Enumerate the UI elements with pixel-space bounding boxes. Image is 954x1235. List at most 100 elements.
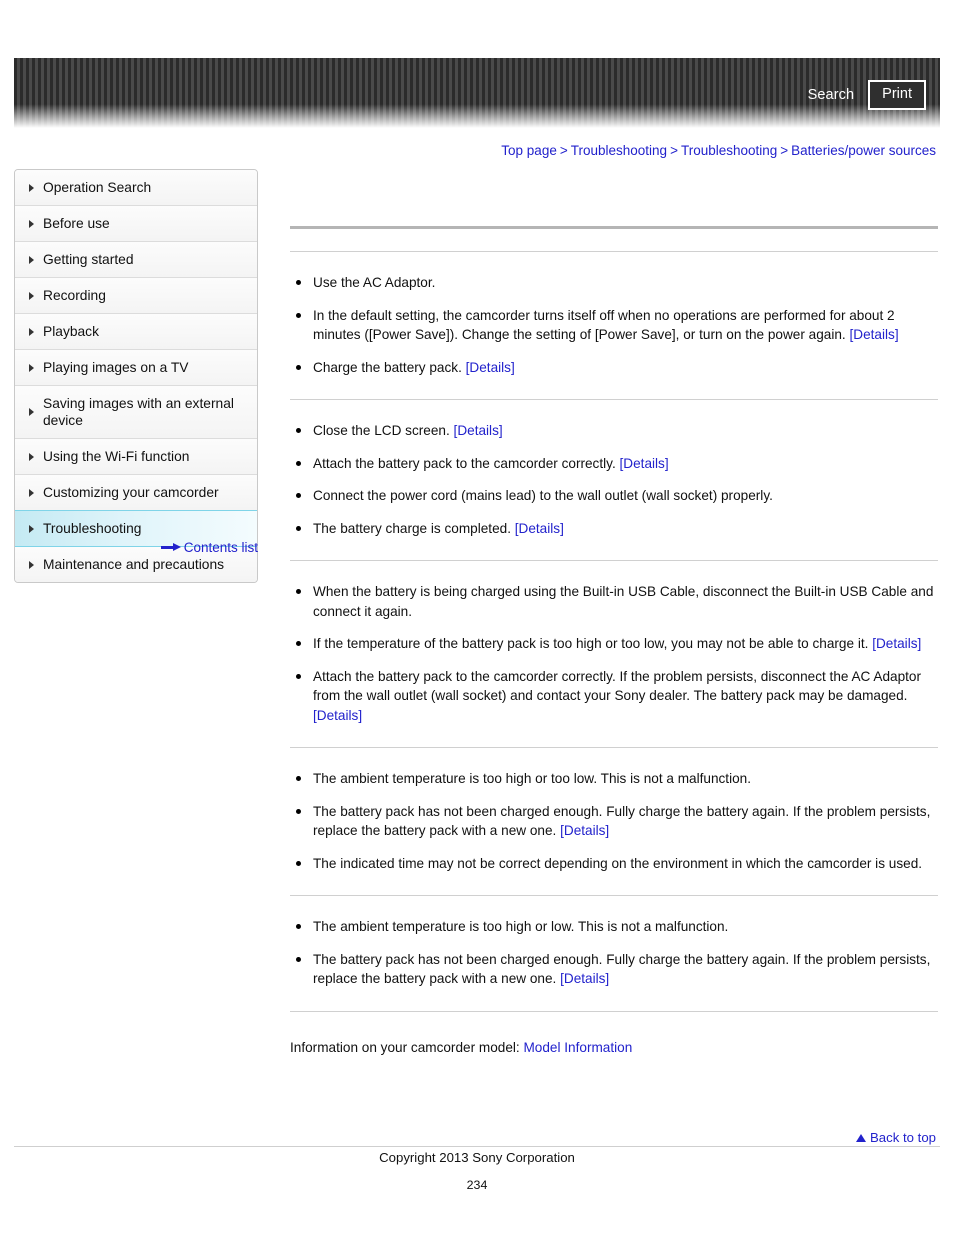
- sidebar-item-label: Saving images with an external device: [43, 396, 234, 428]
- back-to-top-label[interactable]: Back to top: [870, 1130, 936, 1145]
- breadcrumb-item-troubleshooting-2[interactable]: Troubleshooting: [681, 143, 777, 158]
- arrow-right-icon: [160, 542, 181, 552]
- breadcrumb-item-top-page[interactable]: Top page: [501, 143, 557, 158]
- breadcrumb-item-troubleshooting-1[interactable]: Troubleshooting: [571, 143, 667, 158]
- details-link[interactable]: [Details]: [560, 971, 609, 986]
- sidebar-item-label: Customizing your camcorder: [43, 485, 219, 500]
- model-information-link[interactable]: Model Information: [523, 1040, 632, 1055]
- page-title: [290, 196, 938, 226]
- list-item: In the default setting, the camcorder tu…: [290, 306, 938, 345]
- troubleshooting-section: The ambient temperature is too high or t…: [290, 748, 938, 895]
- chevron-right-icon: [29, 488, 34, 497]
- sidebar-item-label: Recording: [43, 288, 106, 303]
- chevron-right-icon: [29, 327, 34, 336]
- details-link[interactable]: [Details]: [620, 456, 669, 471]
- sidebar-item-playback[interactable]: Playback: [15, 314, 257, 350]
- sidebar-item-getting-started[interactable]: Getting started: [15, 242, 257, 278]
- list-item-text: The indicated time may not be correct de…: [313, 855, 923, 871]
- details-link[interactable]: [Details]: [515, 521, 564, 536]
- list-item-text: The ambient temperature is too high or t…: [313, 771, 751, 786]
- list-item: The battery pack has not been charged en…: [290, 950, 938, 989]
- breadcrumb-separator: >: [559, 143, 568, 158]
- troubleshooting-section: The ambient temperature is too high or l…: [290, 896, 938, 1011]
- sidebar-item-using-the-wifi-function[interactable]: Using the Wi-Fi function: [15, 439, 257, 475]
- list-item: The battery charge is completed. [Detail…: [290, 519, 938, 539]
- chevron-right-icon: [29, 291, 34, 300]
- breadcrumb-item-batteries-power-sources[interactable]: Batteries/power sources: [791, 143, 936, 158]
- list-item: Connect the power cord (mains lead) to t…: [290, 486, 938, 506]
- bullet-list: Use the AC Adaptor. In the default setti…: [290, 273, 938, 377]
- model-information-row: Information on your camcorder model: Mod…: [290, 1012, 938, 1057]
- sidebar-item-label: Getting started: [43, 252, 134, 267]
- list-item: Charge the battery pack. [Details]: [290, 358, 938, 378]
- sidebar-item-saving-images-external-device[interactable]: Saving images with an external device: [15, 386, 257, 439]
- search-button[interactable]: Search: [808, 87, 855, 103]
- chevron-right-icon: [29, 183, 34, 192]
- copyright-text: Copyright 2013 Sony Corporation: [379, 1150, 575, 1165]
- details-link[interactable]: [Details]: [560, 823, 609, 838]
- section-title: [290, 229, 938, 251]
- list-item: Close the LCD screen. [Details]: [290, 421, 938, 441]
- list-item-text: The battery pack has not been charged en…: [313, 803, 931, 839]
- footer-divider: [14, 1146, 940, 1147]
- list-item: Use the AC Adaptor.: [290, 273, 938, 293]
- list-item: Attach the battery pack to the camcorder…: [290, 667, 938, 726]
- bullet-list: When the battery is being charged using …: [290, 582, 938, 725]
- sidebar-item-label: Maintenance and precautions: [43, 557, 225, 572]
- list-item-text: The battery charge is completed.: [313, 520, 511, 536]
- sidebar-item-label: Using the Wi-Fi function: [43, 449, 190, 464]
- list-item: The battery pack has not been charged en…: [290, 802, 938, 841]
- list-item: The ambient temperature is too high or l…: [290, 917, 938, 937]
- list-item-text: The ambient temperature is too high or l…: [313, 919, 729, 934]
- list-item-text: In the default setting, the camcorder tu…: [313, 307, 895, 343]
- back-to-top-link[interactable]: Back to top: [856, 1130, 936, 1145]
- list-item-text: Connect the power cord (mains lead) to t…: [313, 488, 773, 503]
- chevron-right-icon: [29, 560, 34, 569]
- list-item-text: Charge the battery pack.: [313, 359, 462, 375]
- contents-list-label[interactable]: Contents list: [184, 540, 258, 555]
- details-link[interactable]: [Details]: [313, 708, 362, 723]
- details-link[interactable]: [Details]: [466, 360, 515, 375]
- list-item: If the temperature of the battery pack i…: [290, 634, 938, 654]
- triangle-up-icon: [856, 1133, 867, 1142]
- sidebar-item-label: Playing images on a TV: [43, 360, 189, 375]
- model-information-prefix: Information on your camcorder model:: [290, 1039, 520, 1055]
- list-item: The indicated time may not be correct de…: [290, 854, 938, 874]
- sidebar-item-operation-search[interactable]: Operation Search: [15, 170, 257, 206]
- sidebar-item-customizing-your-camcorder[interactable]: Customizing your camcorder: [15, 475, 257, 511]
- list-item-text: The battery pack has not been charged en…: [313, 951, 931, 987]
- header-banner: Search Print: [14, 58, 940, 128]
- troubleshooting-section: Close the LCD screen. [Details] Attach t…: [290, 400, 938, 560]
- sidebar-item-playing-images-on-a-tv[interactable]: Playing images on a TV: [15, 350, 257, 386]
- details-link[interactable]: [Details]: [454, 423, 503, 438]
- sidebar-item-label: Troubleshooting: [43, 521, 142, 536]
- sidebar-item-before-use[interactable]: Before use: [15, 206, 257, 242]
- details-link[interactable]: [Details]: [872, 636, 921, 651]
- bullet-list: The ambient temperature is too high or l…: [290, 917, 938, 989]
- sidebar-item-label: Operation Search: [43, 180, 152, 195]
- breadcrumb-separator: >: [780, 143, 789, 158]
- details-link[interactable]: [Details]: [850, 327, 899, 342]
- print-button[interactable]: Print: [868, 80, 926, 110]
- list-item-text: Attach the battery pack to the camcorder…: [313, 455, 616, 471]
- chevron-right-icon: [29, 524, 34, 533]
- bullet-list: Close the LCD screen. [Details] Attach t…: [290, 421, 938, 538]
- list-item-text: If the temperature of the battery pack i…: [313, 636, 869, 651]
- page-number: 234: [466, 1178, 488, 1192]
- sidebar-navigation: Operation Search Before use Getting star…: [14, 169, 258, 583]
- list-item: Attach the battery pack to the camcorder…: [290, 454, 938, 474]
- main-content: Use the AC Adaptor. In the default setti…: [290, 196, 938, 1057]
- bullet-list: The ambient temperature is too high or t…: [290, 769, 938, 873]
- sidebar-item-label: Before use: [43, 216, 110, 231]
- list-item-text: Close the LCD screen.: [313, 423, 450, 438]
- chevron-right-icon: [29, 452, 34, 461]
- breadcrumb: Top page > Troubleshooting > Troubleshooting…: [501, 143, 936, 158]
- troubleshooting-section: When the battery is being charged using …: [290, 561, 938, 747]
- contents-list-link[interactable]: Contents list: [14, 540, 258, 555]
- header-controls: Search Print: [808, 80, 926, 110]
- chevron-right-icon: [29, 255, 34, 264]
- sidebar-item-label: Playback: [43, 324, 99, 339]
- sidebar-item-recording[interactable]: Recording: [15, 278, 257, 314]
- list-item: The ambient temperature is too high or t…: [290, 769, 938, 789]
- list-item-text: When the battery is being charged using …: [313, 584, 934, 619]
